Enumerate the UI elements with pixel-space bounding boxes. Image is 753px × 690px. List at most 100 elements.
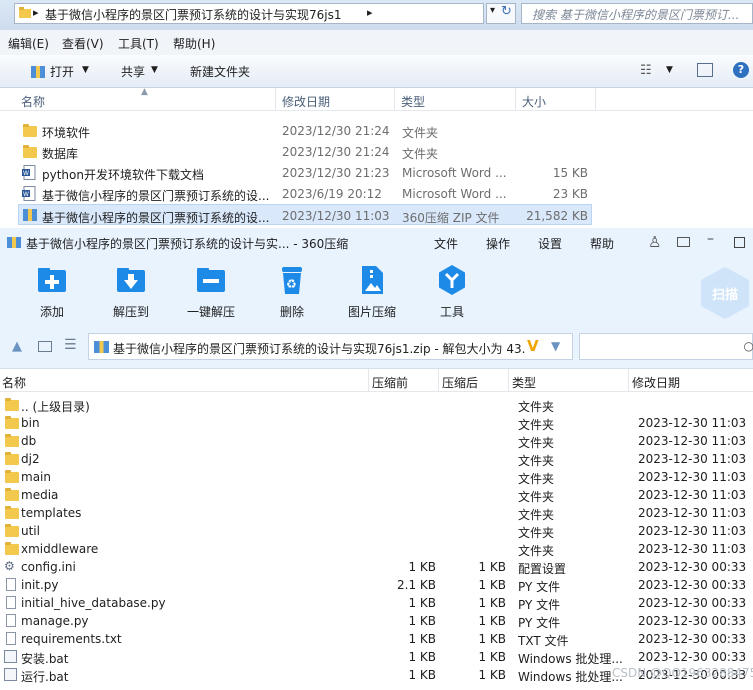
breadcrumb-separator-icon[interactable]: ▸ [33, 6, 39, 19]
menu-item-operate[interactable]: 操作 [486, 235, 510, 252]
column-separator[interactable] [394, 88, 395, 110]
preview-pane-icon[interactable] [697, 63, 713, 77]
file-name: 运行.bat [21, 670, 69, 684]
column-date[interactable]: 修改日期 [632, 374, 680, 391]
column-compressed[interactable]: 压缩后 [442, 374, 478, 391]
file-size: 21,582 KB [526, 209, 588, 223]
search-input[interactable]: 搜索 基于微信小程序的景区门票预订... [532, 6, 739, 23]
minimize-icon[interactable]: – [707, 231, 714, 247]
word-icon: W [22, 186, 36, 201]
column-name[interactable]: 名称 [21, 93, 45, 110]
share-button[interactable]: 共享 [121, 63, 145, 80]
table-row[interactable]: .. (上级目录) 文件夹 [0, 396, 753, 414]
file-icon [6, 632, 16, 645]
zip-list-header: 名称 压缩前 压缩后 类型 修改日期 [0, 369, 753, 392]
chevron-down-icon[interactable]: ▼ [551, 339, 560, 353]
scan-button[interactable]: 扫描 [700, 266, 750, 320]
file-date: 2023-12-30 11:03 [638, 434, 747, 448]
list-item-selected[interactable]: 基于微信小程序的景区门票预订系统的设... 2023/12/30 11:03 3… [18, 204, 592, 225]
search-icon[interactable]: ○ [744, 339, 753, 353]
column-separator[interactable] [628, 369, 629, 391]
file-type: Windows 批处理... [518, 652, 623, 666]
list-item[interactable]: W 基于微信小程序的景区门票预订系统的设... 2023/6/19 20:12 … [18, 183, 592, 204]
open-button[interactable]: 打开 [50, 63, 74, 80]
table-row[interactable]: manage.py 1 KB 1 KB PY 文件 2023-12-30 00:33 [0, 612, 753, 630]
menu-item-help[interactable]: 帮助 [590, 235, 614, 252]
menu-item-tools[interactable]: 工具(T) [118, 35, 159, 52]
menu-item-help[interactable]: 帮助(H) [173, 35, 215, 52]
watermark: CSDN @QQ1963288475 [612, 666, 753, 680]
table-row[interactable]: db 文件夹 2023-12-30 11:03 [0, 432, 753, 450]
address-bar[interactable]: ▸ 基于微信小程序的景区门票预订系统的设计与实现76js1 ▸ [14, 3, 484, 24]
list-item[interactable]: 环境软件 2023/12/30 21:24 文件夹 [18, 120, 592, 141]
view-options-icon[interactable]: ☷ [640, 63, 652, 78]
feedback-icon[interactable] [677, 237, 690, 247]
help-icon[interactable]: ? [733, 62, 749, 78]
column-separator[interactable] [515, 88, 516, 110]
maximize-icon[interactable] [734, 237, 745, 248]
list-item[interactable]: 数据库 2023/12/30 21:24 文件夹 [18, 141, 592, 162]
menu-item-file[interactable]: 文件 [434, 235, 458, 252]
column-size[interactable]: 大小 [522, 93, 546, 110]
file-size: 23 KB [552, 187, 588, 201]
add-button[interactable]: 添加 [17, 264, 87, 320]
new-folder-button[interactable]: 新建文件夹 [190, 63, 250, 80]
column-name[interactable]: 名称 [2, 374, 26, 391]
column-separator[interactable] [275, 88, 276, 110]
column-type[interactable]: 类型 [401, 93, 425, 110]
delete-button[interactable]: ♻ 删除 [257, 264, 327, 320]
chevron-down-icon[interactable]: ▼ [666, 65, 673, 75]
file-name: init.py [21, 578, 59, 592]
archive-search-input[interactable]: ○ [579, 333, 753, 360]
table-row[interactable]: initial_hive_database.py 1 KB 1 KB PY 文件 202… [0, 594, 753, 612]
table-row[interactable]: bin 文件夹 2023-12-30 11:03 [0, 414, 753, 432]
table-row[interactable]: 安装.bat 1 KB 1 KB Windows 批处理... 2023-12-30 0… [0, 648, 753, 666]
search-box[interactable]: 搜索 基于微信小程序的景区门票预订... [521, 3, 753, 24]
column-packed[interactable]: 压缩前 [372, 374, 408, 391]
list-view-icon[interactable]: ☰ [64, 337, 77, 353]
menu-item-view[interactable]: 查看(V) [62, 35, 104, 52]
table-row[interactable]: dj2 文件夹 2023-12-30 11:03 [0, 450, 753, 468]
table-row[interactable]: ⚙ config.ini 1 KB 1 KB 配置设置 2023-12-30 00:33 [0, 558, 753, 576]
up-arrow-icon[interactable]: ▲ [12, 339, 22, 354]
column-type[interactable]: 类型 [512, 374, 536, 391]
table-row[interactable]: main 文件夹 2023-12-30 11:03 [0, 468, 753, 486]
view-icon[interactable] [38, 341, 52, 352]
column-separator[interactable] [368, 369, 369, 391]
file-type: 配置设置 [518, 562, 567, 576]
column-separator[interactable] [595, 88, 596, 110]
table-row[interactable]: xmiddleware 文件夹 2023-12-30 11:03 [0, 540, 753, 558]
table-row[interactable]: util 文件夹 2023-12-30 11:03 [0, 522, 753, 540]
file-name: initial_hive_database.py [21, 596, 166, 610]
one-click-extract-icon [195, 264, 227, 296]
table-row[interactable]: media 文件夹 2023-12-30 11:03 [0, 486, 753, 504]
list-item[interactable]: W python开发环境软件下载文档 2023/12/30 21:23 Micr… [18, 162, 592, 183]
file-date: 2023-12-30 00:33 [638, 650, 747, 664]
chevron-down-icon[interactable]: ▼ [82, 65, 89, 75]
file-compressed-size: 1 KB [478, 596, 506, 610]
breadcrumb-expand-icon[interactable]: ▸ [367, 6, 373, 19]
table-row[interactable]: init.py 2.1 KB 1 KB PY 文件 2023-12-30 00:33 [0, 576, 753, 594]
archive-path-box[interactable]: 基于微信小程序的景区门票预订系统的设计与实现76js1.zip - 解包大小为 … [88, 333, 573, 360]
explorer-window: ▸ 基于微信小程序的景区门票预订系统的设计与实现76js1 ▸ ▾ ↻ 搜索 基… [0, 0, 753, 228]
image-compress-button[interactable]: 图片压缩 [337, 264, 407, 320]
menu-item-edit[interactable]: 编辑(E) [8, 35, 49, 52]
tools-button[interactable]: 工具 [417, 264, 487, 320]
skin-icon[interactable]: ♙ [648, 233, 661, 251]
menu-item-settings[interactable]: 设置 [538, 235, 562, 252]
column-separator[interactable] [438, 369, 439, 391]
folder-icon [5, 398, 19, 411]
file-packed-size: 2.1 KB [397, 578, 436, 592]
address-history-button[interactable]: ▾ ↻ [486, 3, 516, 24]
breadcrumb[interactable]: 基于微信小程序的景区门票预订系统的设计与实现76js1 [45, 6, 342, 23]
one-click-extract-button[interactable]: 一键解压 [176, 264, 246, 320]
address-bar-row: ▸ 基于微信小程序的景区门票预订系统的设计与实现76js1 ▸ ▾ ↻ 搜索 基… [0, 0, 753, 31]
column-date[interactable]: 修改日期 [282, 93, 330, 110]
chevron-down-icon[interactable]: ▼ [151, 65, 158, 75]
table-row[interactable]: templates 文件夹 2023-12-30 11:03 [0, 504, 753, 522]
bat-file-icon [4, 650, 17, 663]
table-row[interactable]: requirements.txt 1 KB 1 KB TXT 文件 2023-12-30… [0, 630, 753, 648]
file-type: 文件夹 [518, 454, 555, 468]
column-separator[interactable] [508, 369, 509, 391]
extract-to-button[interactable]: 解压到 [96, 264, 166, 320]
